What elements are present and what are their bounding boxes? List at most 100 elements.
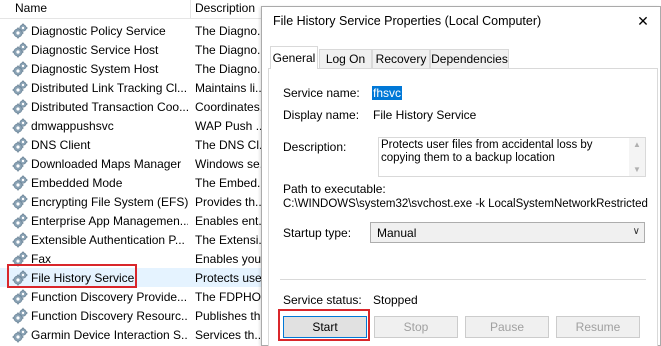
service-description: Maintains li... [195, 81, 265, 95]
gear-icon [12, 327, 28, 343]
service-name-label: Service name: [283, 86, 360, 100]
gear-icon [12, 61, 28, 77]
startup-type-label: Startup type: [283, 226, 352, 240]
service-row[interactable]: Diagnostic Service Host The Diagno... [0, 40, 270, 59]
service-name: Distributed Transaction Coo... [31, 100, 188, 114]
gear-icon [12, 308, 28, 324]
gear-icon [12, 213, 28, 229]
chevron-down-icon: ∨ [632, 226, 640, 237]
service-description: Services th... [195, 328, 265, 342]
service-name: Downloaded Maps Manager [31, 157, 182, 171]
service-properties-dialog: File History Service Properties (Local C… [261, 6, 661, 346]
service-name: Function Discovery Resourc... [31, 309, 188, 323]
service-name: dmwappushsvc [31, 119, 114, 133]
description-text: Protects user files from accidental loss… [381, 139, 593, 164]
gear-icon [12, 270, 28, 286]
service-description: The FDPHO... [195, 290, 265, 304]
service-row[interactable]: dmwappushsvc WAP Push ... [0, 116, 270, 135]
service-name: Enterprise App Managemen... [31, 214, 188, 228]
gear-icon [12, 99, 28, 115]
gear-icon [12, 175, 28, 191]
service-row[interactable]: Extensible Authentication P... The Extens… [0, 230, 270, 249]
service-status-label: Service status: [283, 293, 362, 307]
service-name: DNS Client [31, 138, 91, 152]
general-panel: Service name: fhsvc Display name: File H… [268, 68, 658, 346]
service-description: Enables ent... [195, 214, 265, 228]
service-description: WAP Push ... [195, 119, 265, 133]
service-description: The Extensi... [195, 233, 265, 247]
resume-button[interactable]: Resume [556, 316, 640, 338]
service-name: Diagnostic Service Host [31, 43, 159, 57]
dialog-title: File History Service Properties (Local C… [273, 14, 542, 28]
service-name: Diagnostic System Host [31, 62, 159, 76]
service-description: The Diagno... [195, 62, 265, 76]
column-header-description[interactable]: Description [195, 1, 255, 15]
description-scrollbar[interactable]: ▲ ▼ [629, 138, 645, 176]
service-row[interactable]: Distributed Transaction Coo... Coordinate… [0, 97, 270, 116]
service-description: The DNS Cl... [195, 138, 265, 152]
service-name: Diagnostic Policy Service [31, 24, 166, 38]
tab-dependencies[interactable]: Dependencies [430, 49, 509, 68]
service-name: File History Service [31, 271, 135, 285]
service-name-value[interactable]: fhsvc [372, 86, 403, 100]
scroll-up-icon[interactable]: ▲ [629, 138, 645, 151]
service-row[interactable]: Embedded Mode The Embed... [0, 173, 270, 192]
service-row[interactable]: Encrypting File System (EFS) Provides th.… [0, 192, 270, 211]
description-box[interactable]: Protects user files from accidental loss… [378, 137, 646, 177]
service-description: Enables you... [195, 252, 265, 266]
service-row[interactable]: Diagnostic System Host The Diagno... [0, 59, 270, 78]
service-row[interactable]: Function Discovery Resourc... Publishes t… [0, 306, 270, 325]
description-label: Description: [283, 140, 347, 154]
column-divider[interactable] [190, 0, 191, 19]
service-row[interactable]: Diagnostic Policy Service The Diagno... [0, 21, 270, 40]
service-description: The Diagno... [195, 43, 265, 57]
service-row[interactable]: Fax Enables you... [0, 249, 270, 268]
gear-icon [12, 23, 28, 39]
gear-icon [12, 251, 28, 267]
close-icon[interactable]: ✕ [626, 7, 660, 35]
service-row[interactable]: Distributed Link Tracking Cl... Maintains… [0, 78, 270, 97]
service-status-value: Stopped [373, 293, 418, 307]
tab-log-on[interactable]: Log On [319, 49, 372, 68]
divider [280, 279, 646, 280]
gear-icon [12, 137, 28, 153]
service-name: Extensible Authentication P... [31, 233, 185, 247]
service-row[interactable]: Enterprise App Managemen... Enables ent..… [0, 211, 270, 230]
column-header-name[interactable]: Name [15, 1, 47, 15]
path-label: Path to executable: [283, 182, 386, 196]
service-name: Function Discovery Provide... [31, 290, 188, 304]
service-description: Publishes th... [195, 309, 265, 323]
tab-general[interactable]: General [270, 46, 318, 69]
path-value[interactable]: C:\WINDOWS\system32\svchost.exe -k Local… [283, 198, 648, 210]
service-description: Windows se... [195, 157, 265, 171]
gear-icon [12, 194, 28, 210]
service-name: Garmin Device Interaction S... [31, 328, 188, 342]
service-row[interactable]: Function Discovery Provide... The FDPHO..… [0, 287, 270, 306]
pause-button[interactable]: Pause [465, 316, 549, 338]
startup-type-select[interactable]: Manual ∨ [370, 222, 645, 243]
gear-icon [12, 232, 28, 248]
gear-icon [12, 80, 28, 96]
service-row[interactable]: DNS Client The DNS Cl... [0, 135, 270, 154]
service-name: Embedded Mode [31, 176, 123, 190]
startup-type-value: Manual [377, 226, 417, 240]
display-name-value[interactable]: File History Service [373, 108, 476, 122]
service-name: Encrypting File System (EFS) [31, 195, 188, 209]
gear-icon [12, 289, 28, 305]
service-row[interactable]: File History Service Protects use... [0, 268, 270, 287]
display-name-label: Display name: [283, 108, 360, 122]
start-button[interactable]: Start [283, 316, 367, 338]
scroll-down-icon[interactable]: ▼ [629, 163, 645, 176]
service-row[interactable]: Downloaded Maps Manager Windows se... [0, 154, 270, 173]
service-description: Protects use... [195, 271, 265, 285]
service-description: The Diagno... [195, 24, 265, 38]
service-name: Fax [31, 252, 52, 266]
gear-icon [12, 118, 28, 134]
tab-recovery[interactable]: Recovery [372, 49, 430, 68]
service-description: The Embed... [195, 176, 265, 190]
service-row[interactable]: Garmin Device Interaction S... Services t… [0, 325, 270, 344]
service-description: Provides th... [195, 195, 265, 209]
gear-icon [12, 156, 28, 172]
service-name: Distributed Link Tracking Cl... [31, 81, 188, 95]
stop-button[interactable]: Stop [374, 316, 458, 338]
